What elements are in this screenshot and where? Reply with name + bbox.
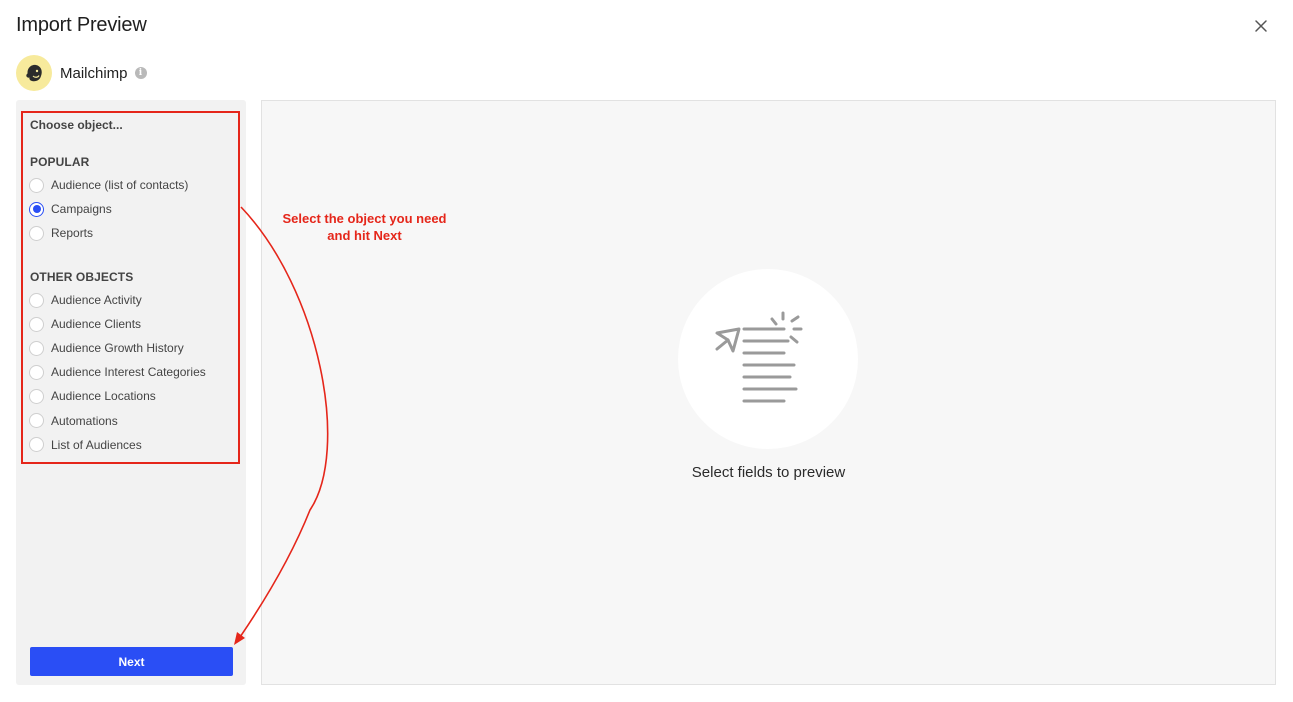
preview-panel: Select fields to preview	[261, 100, 1276, 685]
close-icon[interactable]	[1251, 16, 1271, 36]
option-label: Reports	[51, 226, 94, 241]
next-button[interactable]: Next	[30, 647, 233, 676]
radio-button[interactable]	[29, 225, 44, 241]
option-label: List of Audiences	[51, 437, 142, 452]
annotation-line-1: Select the object you need	[282, 211, 447, 226]
radio-button[interactable]	[29, 437, 44, 453]
other-options: Audience Activity Audience Clients Audie…	[29, 288, 229, 457]
empty-state-text: Select fields to preview	[691, 464, 846, 481]
option-label: Audience (list of contacts)	[51, 178, 189, 193]
option-label: Audience Locations	[51, 389, 156, 404]
radio-button[interactable]	[29, 292, 44, 308]
option-reports[interactable]: Reports	[29, 221, 229, 245]
radio-button[interactable]	[29, 340, 44, 356]
other-objects-heading: OTHER OBJECTS	[30, 270, 134, 284]
source-header: Mailchimp i	[16, 55, 147, 91]
option-audience-activity[interactable]: Audience Activity	[29, 288, 229, 312]
radio-button[interactable]	[29, 388, 44, 404]
info-icon[interactable]: i	[134, 67, 147, 79]
popular-options: Audience (list of contacts) Campaigns Re…	[29, 173, 229, 245]
annotation-line-2: and hit Next	[327, 228, 402, 243]
radio-button[interactable]	[29, 316, 44, 332]
option-label: Audience Clients	[51, 317, 142, 332]
empty-state-illustration	[678, 269, 858, 449]
option-label: Audience Growth History	[51, 341, 184, 356]
option-audience-interest-categories[interactable]: Audience Interest Categories	[29, 360, 229, 384]
option-audience-locations[interactable]: Audience Locations	[29, 384, 229, 408]
radio-button[interactable]	[29, 177, 44, 193]
radio-button[interactable]	[29, 413, 44, 429]
option-label: Audience Activity	[51, 293, 142, 308]
annotation-callout: Select the object you need and hit Next	[262, 210, 467, 244]
radio-button-selected[interactable]	[29, 201, 44, 217]
option-automations[interactable]: Automations	[29, 408, 229, 432]
option-label: Audience Interest Categories	[51, 365, 206, 380]
source-name: Mailchimp	[60, 64, 128, 82]
option-label: Campaigns	[51, 202, 112, 217]
option-label: Automations	[51, 413, 118, 428]
option-campaigns[interactable]: Campaigns	[29, 197, 229, 221]
option-audience-list-of-contacts[interactable]: Audience (list of contacts)	[29, 173, 229, 197]
object-sidebar: Choose object... POPULAR Audience (list …	[16, 100, 246, 685]
dialog-title: Import Preview	[16, 14, 147, 36]
mailchimp-logo-icon	[16, 55, 52, 91]
radio-button[interactable]	[29, 364, 44, 380]
option-list-of-audiences[interactable]: List of Audiences	[29, 433, 229, 457]
option-audience-clients[interactable]: Audience Clients	[29, 312, 229, 336]
choose-object-label: Choose object...	[30, 118, 123, 132]
document-send-icon	[715, 311, 803, 403]
option-audience-growth-history[interactable]: Audience Growth History	[29, 336, 229, 360]
popular-heading: POPULAR	[30, 155, 90, 169]
